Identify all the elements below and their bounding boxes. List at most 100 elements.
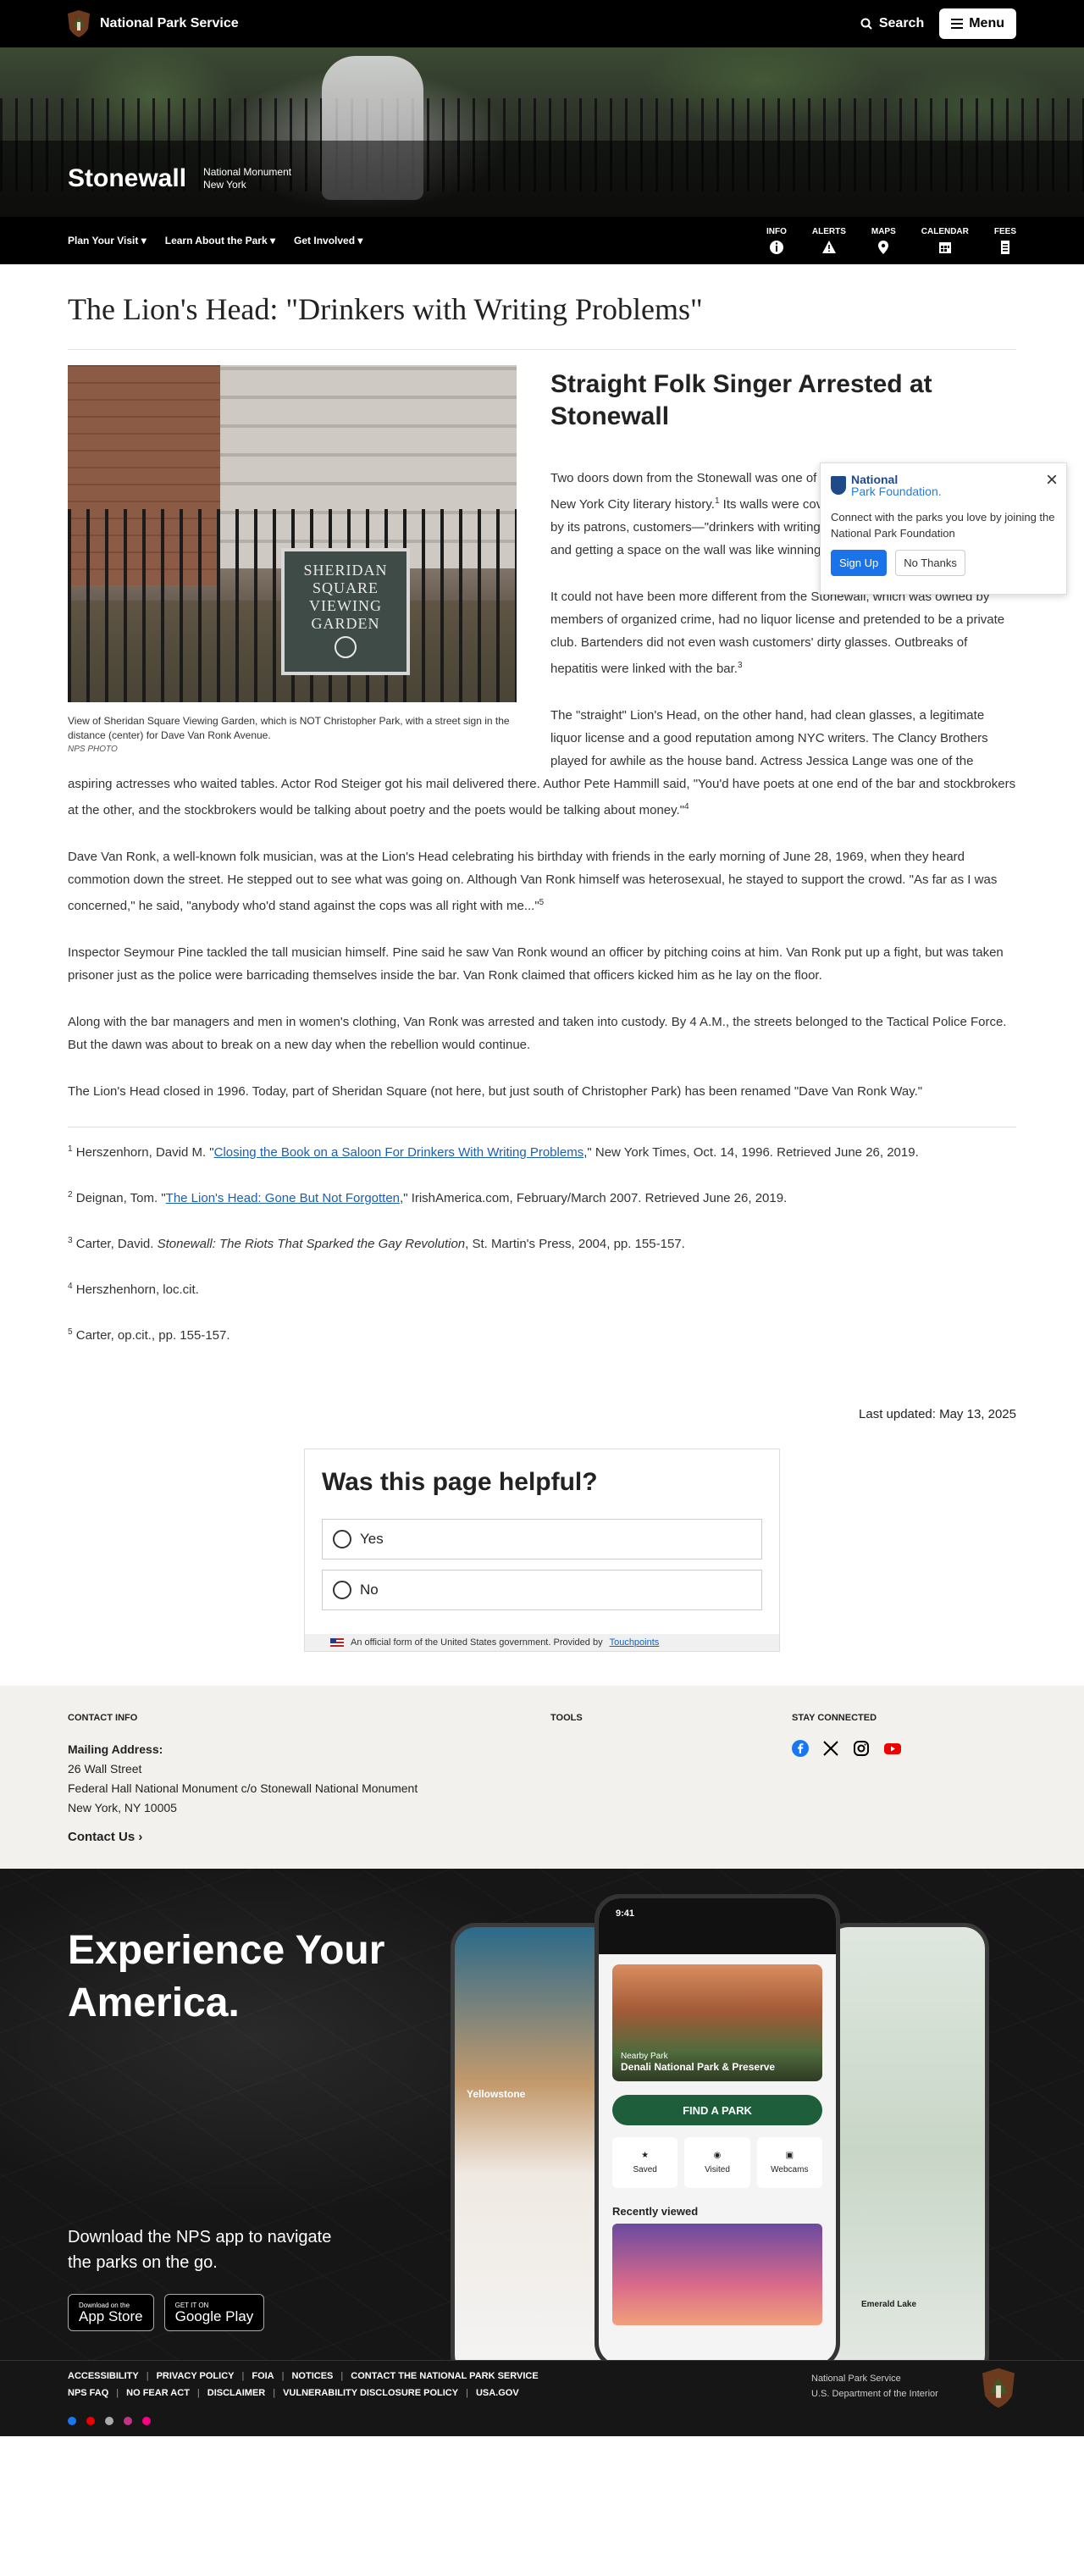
- npf-logo-top: National: [851, 473, 899, 486]
- nav-plan-your-visit[interactable]: Plan Your Visit: [68, 235, 147, 247]
- footnote-text: Herszhenhorn, loc.cit.: [75, 1282, 199, 1297]
- phone-screen: [455, 1927, 612, 2360]
- quick-link-maps[interactable]: MAPS: [871, 227, 896, 255]
- footer-link[interactable]: NPS FAQ: [68, 2385, 108, 2401]
- quick-link-fees-label: FEES: [993, 226, 1016, 236]
- footer-link[interactable]: USA.GOV: [458, 2385, 519, 2401]
- map-pin-icon: [876, 240, 891, 255]
- flickr-icon[interactable]: [142, 2417, 151, 2425]
- article-figure: SHERIDAN SQUARE VIEWING GARDEN View of S…: [68, 365, 517, 754]
- park-quick-links: INFO ALERTS MAPS CALENDAR FEES: [766, 227, 1016, 255]
- no-thanks-button[interactable]: No Thanks: [895, 550, 965, 576]
- phone-park-label: Yellowstone: [467, 2088, 526, 2100]
- instagram-icon[interactable]: [124, 2417, 132, 2425]
- park-state: New York: [203, 179, 246, 191]
- feedback-form: Was this page helpful? Yes No An officia…: [304, 1449, 780, 1652]
- hamburger-icon: [951, 19, 964, 29]
- npf-logo-bottom: Park Foundation.: [851, 485, 942, 498]
- article-paragraph: Inspector Seymour Pine tackled the tall …: [68, 945, 1004, 983]
- footer-link[interactable]: VULNERABILITY DISCLOSURE POLICY: [265, 2385, 458, 2401]
- footnote: 5 Carter, op.cit., pp. 155-157.: [68, 1322, 1016, 1346]
- recently-viewed-heading: Recently viewed: [612, 2205, 699, 2218]
- tools-heading: TOOLS: [550, 1713, 583, 1723]
- footer-link[interactable]: NOTICES: [274, 2368, 333, 2385]
- sign-up-button[interactable]: Sign Up: [831, 550, 888, 576]
- footnote-ref[interactable]: 5: [539, 898, 545, 907]
- facebook-icon[interactable]: [68, 2417, 76, 2425]
- department-credit: National Park Service U.S. Department of…: [811, 2371, 938, 2401]
- nps-home-link[interactable]: National Park Service: [68, 10, 239, 37]
- park-name[interactable]: Stonewall: [68, 164, 186, 193]
- park-title-band: Stonewall National Monument New York: [0, 141, 1084, 217]
- footer-link[interactable]: PRIVACY POLICY: [139, 2368, 235, 2385]
- nav-learn-about-park[interactable]: Learn About the Park: [165, 235, 275, 247]
- x-twitter-icon[interactable]: [105, 2417, 113, 2425]
- youtube-icon[interactable]: [883, 1740, 902, 1757]
- feedback-yes-option[interactable]: Yes: [322, 1519, 762, 1559]
- paragraph-text: Dave Van Ronk, a well-known folk musicia…: [68, 850, 998, 913]
- quick-link-fees[interactable]: FEES: [994, 227, 1016, 255]
- quick-link-info-label: INFO: [766, 226, 787, 236]
- footer-link[interactable]: ACCESSIBILITY: [68, 2368, 139, 2385]
- radio-button-icon[interactable]: [333, 1581, 351, 1599]
- sheridan-square-photo[interactable]: SHERIDAN SQUARE VIEWING GARDEN: [68, 365, 517, 702]
- footnote-text: , St. Martin's Press, 2004, pp. 155-157.: [465, 1237, 685, 1251]
- viewing-garden-sign: SHERIDAN SQUARE VIEWING GARDEN: [281, 548, 410, 675]
- footer-link[interactable]: DISCLAIMER: [190, 2385, 265, 2401]
- sign-line: GARDEN: [311, 615, 380, 632]
- footnote: 2 Deignan, Tom. "The Lion's Head: Gone B…: [68, 1185, 1016, 1209]
- mailing-address-label: Mailing Address:: [68, 1742, 163, 1756]
- phone-status-bar: [599, 1898, 836, 1954]
- footer-link[interactable]: FOIA: [234, 2368, 274, 2385]
- menu-button[interactable]: Menu: [939, 8, 1016, 39]
- quick-link-alerts-label: ALERTS: [811, 226, 846, 236]
- footer-social-links: [68, 2417, 1016, 2425]
- quick-link-alerts[interactable]: ALERTS: [812, 227, 846, 255]
- footnote-ref[interactable]: 4: [684, 802, 689, 812]
- stay-connected-column: STAY CONNECTED: [792, 1713, 902, 1869]
- last-updated: Last updated: May 13, 2025: [859, 1407, 1016, 1421]
- search-button[interactable]: Search: [860, 16, 924, 31]
- footnote-link[interactable]: The Lion's Head: Gone But Not Forgotten: [166, 1191, 400, 1205]
- quick-link-calendar[interactable]: CALENDAR: [921, 227, 969, 255]
- sign-line: SQUARE: [312, 579, 379, 596]
- footnote-number: 5: [68, 1327, 73, 1337]
- quick-link-info[interactable]: INFO: [766, 227, 787, 255]
- feedback-yes-label: Yes: [360, 1531, 384, 1547]
- article-paragraph: Dave Van Ronk, a well-known folk musicia…: [68, 845, 1016, 917]
- footer-link[interactable]: CONTACT THE NATIONAL PARK SERVICE: [333, 2368, 538, 2385]
- footnote-link[interactable]: Closing the Book on a Saloon For Drinker…: [214, 1145, 584, 1160]
- figure-credit: NPS PHOTO: [68, 745, 118, 754]
- instagram-icon[interactable]: [853, 1740, 870, 1757]
- footnote-number: 3: [68, 1236, 73, 1245]
- facebook-icon[interactable]: [792, 1740, 809, 1757]
- menu-label: Menu: [969, 16, 1004, 30]
- touchpoints-link[interactable]: Touchpoints: [610, 1637, 660, 1648]
- feedback-question: Was this page helpful?: [322, 1468, 598, 1496]
- footnote-ref[interactable]: 3: [738, 661, 743, 670]
- saved-tile: ★ Saved: [612, 2137, 678, 2188]
- webcam-icon: ▣: [785, 2151, 794, 2160]
- app-store-badge[interactable]: Download on the App Store: [68, 2294, 154, 2331]
- footer-link[interactable]: NO FEAR ACT: [108, 2385, 190, 2401]
- visited-tile: ◉ Visited: [684, 2137, 750, 2188]
- feedback-no-option[interactable]: No: [322, 1570, 762, 1610]
- sign-line: SHERIDAN: [303, 562, 388, 579]
- mailing-address: Mailing Address: 26 Wall Street Federal …: [68, 1740, 550, 1818]
- x-twitter-icon[interactable]: [822, 1740, 839, 1757]
- info-icon: [769, 240, 784, 255]
- youtube-icon[interactable]: [86, 2417, 95, 2425]
- close-icon[interactable]: ×: [1046, 468, 1058, 492]
- contact-us-link[interactable]: Contact Us ›: [68, 1830, 550, 1844]
- footnote-number: 4: [68, 1282, 73, 1291]
- social-links: [792, 1740, 902, 1757]
- nav-get-involved[interactable]: Get Involved: [294, 235, 362, 247]
- nps-arrowhead-icon: [982, 2368, 1015, 2408]
- phone-park-hero: Nearby Park Denali National Park & Prese…: [612, 1964, 822, 2081]
- contact-info-heading: CONTACT INFO: [68, 1713, 138, 1723]
- radio-button-icon[interactable]: [333, 1530, 351, 1548]
- google-play-badge[interactable]: GET IT ON Google Play: [163, 2294, 265, 2331]
- webcams-label: Webcams: [771, 2165, 809, 2174]
- webcams-tile: ▣ Webcams: [756, 2137, 822, 2188]
- npf-logo: National Park Foundation.: [831, 474, 1056, 497]
